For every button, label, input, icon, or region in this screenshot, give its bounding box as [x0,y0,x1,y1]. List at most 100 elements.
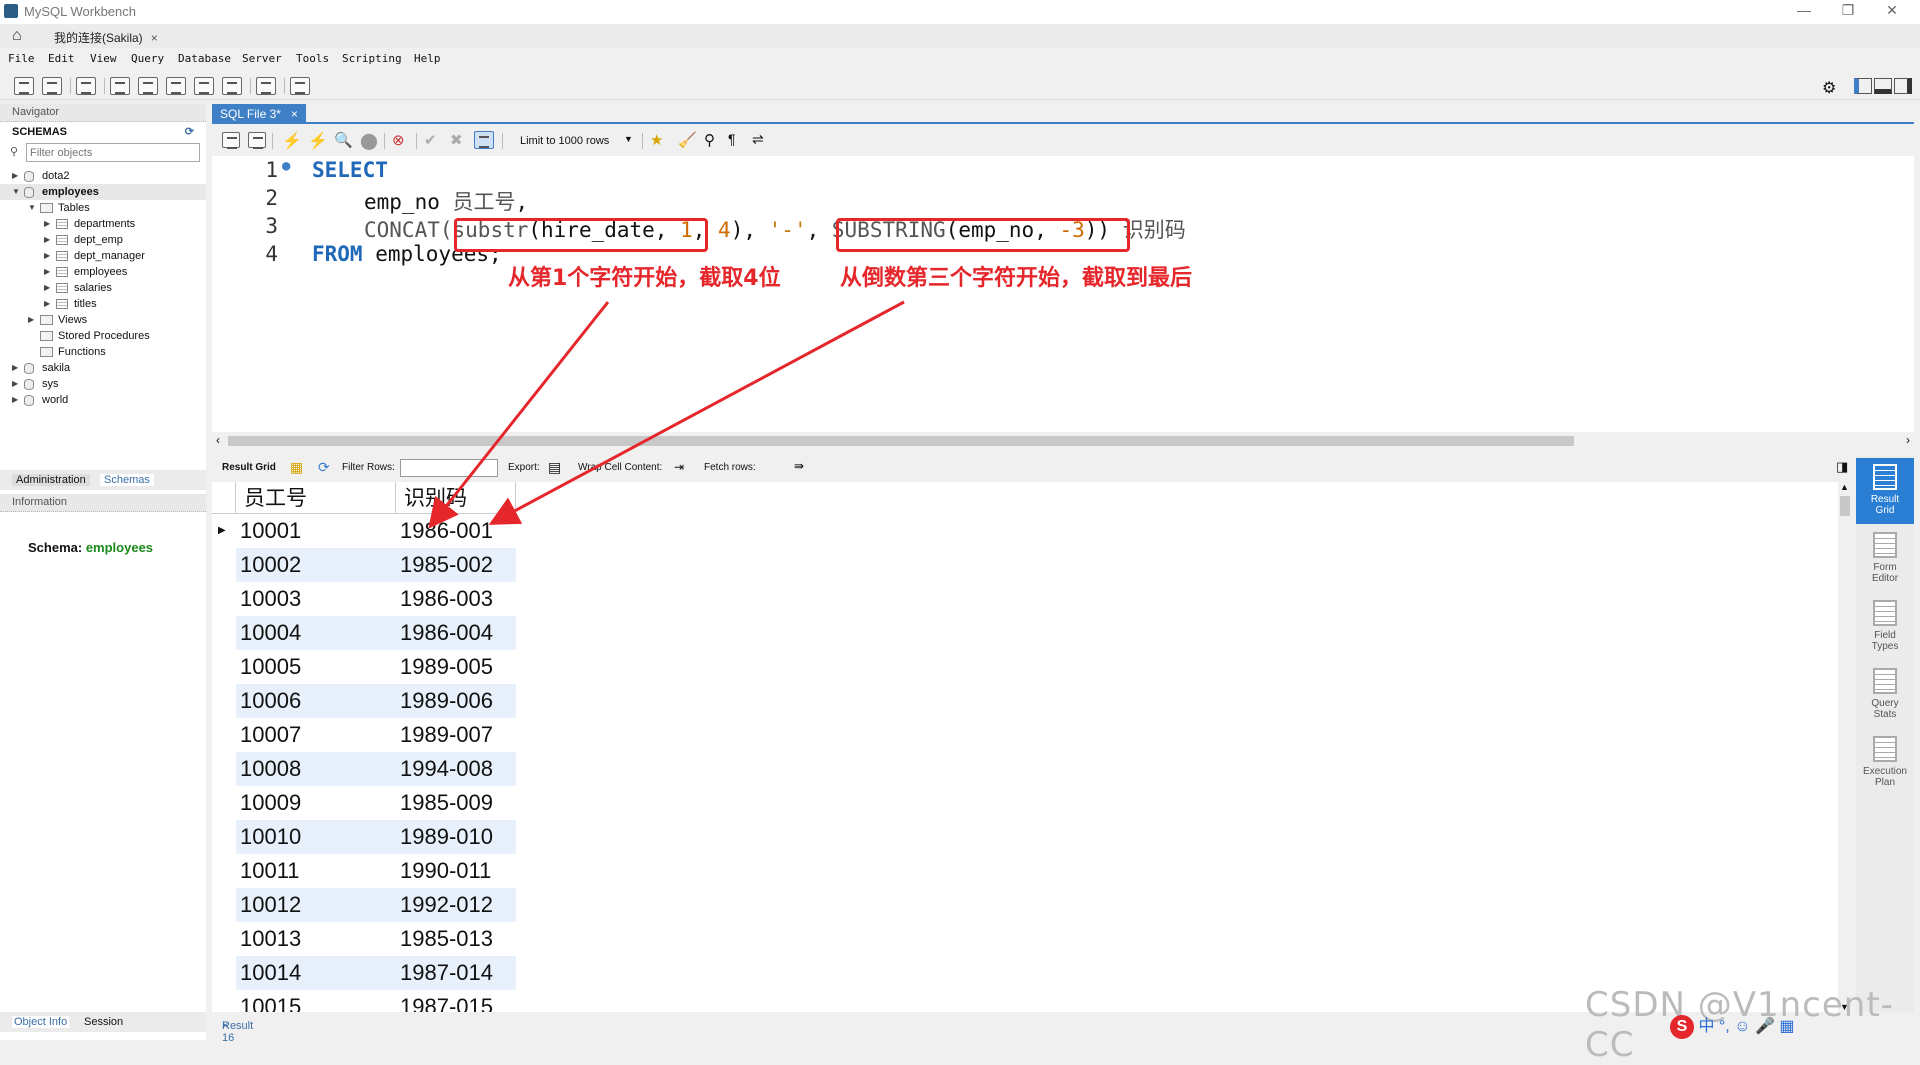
explain-icon[interactable]: 🔍 [334,131,353,149]
chevron-right-icon[interactable]: ▶ [28,312,34,328]
table-row[interactable]: 10008 1994-008 [212,752,516,786]
cell-employee-no[interactable]: 10003 [236,582,396,616]
table-row[interactable]: 10015 1987-015 [212,990,516,1012]
cell-id-code[interactable]: 1986-001 [396,514,516,548]
home-icon[interactable]: ⌂ [12,27,22,45]
result-grid[interactable]: 员工号 识别码 ▶ 10001 1986-001 10002 1985-002 10003… [212,482,1846,1012]
table-row[interactable]: ▶ 10001 1986-001 [212,514,516,548]
menu-database[interactable]: Database [178,52,231,65]
cell-employee-no[interactable]: 10001 [236,514,396,548]
cell-employee-no[interactable]: 10015 [236,990,396,1012]
scroll-up-icon[interactable]: ▲ [1840,482,1849,492]
tree-item[interactable]: ▶ sys [0,376,206,392]
open-file-icon[interactable] [222,132,240,149]
chevron-right-icon[interactable]: ▶ [44,296,50,312]
side-panel-form-editor[interactable]: Form Editor [1856,526,1914,592]
cell-employee-no[interactable]: 10009 [236,786,396,820]
cell-id-code[interactable]: 1989-010 [396,820,516,854]
toggle-panel-icon[interactable]: ◨ [1836,459,1848,475]
table-row[interactable]: 10011 1990-011 [212,854,516,888]
menu-file[interactable]: File [8,52,35,65]
menu-tools[interactable]: Tools [296,52,329,65]
create-view-icon[interactable] [166,77,186,95]
create-procedure-icon[interactable] [194,77,214,95]
tab-schemas[interactable]: Schemas [100,474,154,486]
chevron-right-icon[interactable]: ▶ [12,168,18,184]
wrap-icon[interactable]: ⇥ [674,460,684,474]
execute-icon[interactable]: ⚡ [282,131,302,151]
toggle-sidebar-icon[interactable] [1854,78,1872,94]
cell-employee-no[interactable]: 10011 [236,854,396,888]
refresh-icon[interactable]: ⟳ [185,125,194,138]
filter-objects-input[interactable] [26,143,200,162]
cell-employee-no[interactable]: 10004 [236,616,396,650]
tree-item[interactable]: ▶ dept_emp [0,232,206,248]
scroll-right-icon[interactable]: › [1906,433,1910,447]
cell-employee-no[interactable]: 10008 [236,752,396,786]
cell-id-code[interactable]: 1985-013 [396,922,516,956]
chevron-right-icon[interactable]: ▶ [44,232,50,248]
cell-id-code[interactable]: 1985-002 [396,548,516,582]
tree-item[interactable]: ▶ titles [0,296,206,312]
table-row[interactable]: 10004 1986-004 [212,616,516,650]
chevron-right-icon[interactable]: ▶ [44,248,50,264]
grid-icon[interactable]: ▦ [290,459,303,476]
beautify-icon[interactable]: 🧹 [678,131,697,149]
cell-employee-no[interactable]: 10007 [236,718,396,752]
autocommit-icon[interactable] [474,131,494,149]
table-row[interactable]: 10005 1989-005 [212,650,516,684]
settings-icon[interactable]: ⚙ [1822,78,1836,98]
reconnect-icon[interactable] [290,77,310,95]
rollback-icon[interactable]: ✖ [450,131,463,149]
chevron-down-icon[interactable]: ▼ [624,134,633,144]
open-sql-script-icon[interactable] [42,77,62,95]
cell-id-code[interactable]: 1989-006 [396,684,516,718]
create-function-icon[interactable] [222,77,242,95]
tree-item[interactable]: ▶ dota2 [0,168,206,184]
filter-rows-input[interactable] [400,459,498,477]
cell-employee-no[interactable]: 10012 [236,888,396,922]
create-schema-icon[interactable] [110,77,130,95]
tab-object-info[interactable]: Object Info [12,1016,70,1028]
table-row[interactable]: 10014 1987-014 [212,956,516,990]
tree-item[interactable]: ▶ Views [0,312,206,328]
execute-current-icon[interactable]: ⚡ [308,131,328,151]
menu-scripting[interactable]: Scripting [342,52,402,65]
cell-id-code[interactable]: 1987-014 [396,956,516,990]
cell-id-code[interactable]: 1986-004 [396,616,516,650]
find-icon[interactable]: ⚲ [704,131,715,149]
stop-icon[interactable]: ⬤ [360,131,378,151]
menu-query[interactable]: Query [131,52,164,65]
tree-item[interactable]: ▶ sakila [0,360,206,376]
menu-help[interactable]: Help [414,52,441,65]
editor-horizontal-scrollbar[interactable]: ‹ › [212,432,1914,450]
chevron-right-icon[interactable]: ▶ [12,376,18,392]
cell-employee-no[interactable]: 10006 [236,684,396,718]
invisible-chars-icon[interactable]: ¶ [728,131,736,147]
commit-icon[interactable]: ✔ [424,131,437,149]
table-row[interactable]: 10003 1986-003 [212,582,516,616]
cell-id-code[interactable]: 1989-007 [396,718,516,752]
table-row[interactable]: 10009 1985-009 [212,786,516,820]
scrollbar-thumb[interactable] [228,436,1574,446]
side-panel-execution-plan[interactable]: Execution Plan [1856,730,1914,796]
tab-session[interactable]: Session [84,1016,123,1028]
sql-file-tab[interactable]: SQL File 3* × [212,104,306,124]
toggle-secondary-sidebar-icon[interactable] [1894,78,1912,94]
sogou-icon[interactable]: S [1670,1015,1694,1039]
cell-id-code[interactable]: 1986-003 [396,582,516,616]
tree-item[interactable]: ▶ departments [0,216,206,232]
menu-edit[interactable]: Edit [48,52,75,65]
toggle-output-icon[interactable] [1874,78,1892,94]
table-row[interactable]: 10002 1985-002 [212,548,516,582]
close-sql-tab-icon[interactable]: × [291,107,298,121]
close-result-tab-icon[interactable]: × [222,1020,228,1032]
refresh-icon[interactable]: ⟳ [318,459,330,476]
menu-view[interactable]: View [90,52,117,65]
scroll-left-icon[interactable]: ‹ [216,433,220,447]
tree-item[interactable]: ▼ employees [0,184,206,200]
chevron-right-icon[interactable]: ▶ [12,392,18,408]
connection-tab[interactable]: 我的连接(Sakila) × [46,24,166,48]
add-snippet-icon[interactable]: ★ [650,131,663,149]
cell-employee-no[interactable]: 10013 [236,922,396,956]
